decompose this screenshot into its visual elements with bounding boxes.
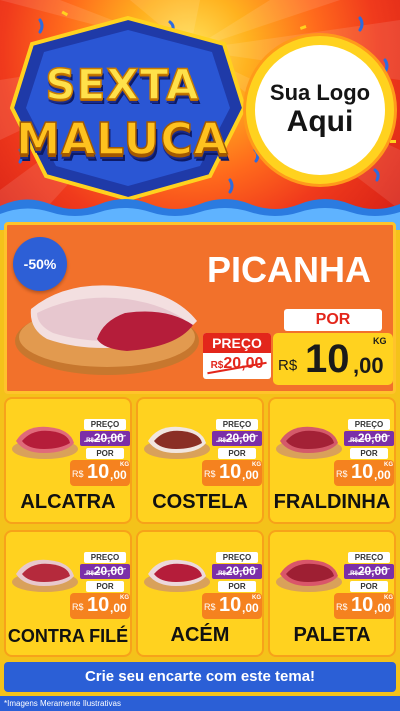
meat-image	[276, 426, 342, 459]
product-card[interactable]: PREÇOR$20,00PORR$10,00KG CONTRA FILÉ	[4, 530, 132, 657]
featured-product-name: PICANHA	[207, 249, 372, 290]
product-card[interactable]: PREÇOR$20,00PORR$10,00KG PALETA	[268, 530, 396, 657]
new-price-box: R$ 10,00 KG	[70, 460, 130, 486]
product-card[interactable]: PREÇOR$20,00PORR$10,00KG ACÉM	[136, 530, 264, 657]
product-name: FRALDINHA	[273, 491, 391, 513]
meat-image	[12, 559, 78, 592]
logo-text-line2: Aqui	[286, 104, 354, 138]
new-price-decimal: ,00	[353, 353, 384, 378]
new-price-label: POR	[218, 581, 256, 592]
price-unit: KG	[120, 595, 129, 601]
product-card[interactable]: PREÇOR$20,00PORR$10,00KG COSTELA	[136, 397, 264, 524]
new-price-box: R$ 10,00 KG	[202, 593, 262, 619]
new-price-box: R$ 10,00 KG	[334, 460, 394, 486]
sexta-maluca-badge: SEXTA MALUCA	[6, 16, 251, 201]
old-price-box: PREÇO R$20,00	[203, 333, 271, 379]
price-unit: KG	[384, 595, 393, 601]
old-price-label: PREÇO	[216, 419, 258, 430]
old-price-label: PREÇO	[84, 419, 126, 430]
disclaimer-note: *Imagens Meramente Ilustrativas	[0, 696, 400, 711]
cta-banner[interactable]: Crie seu encarte com este tema!	[4, 662, 396, 692]
new-price-integer: 10	[351, 594, 374, 616]
new-price-label: POR	[86, 581, 124, 592]
new-price-integer: 10	[219, 461, 242, 483]
title-maluca: MALUCA	[16, 113, 229, 166]
new-price-integer: 10	[87, 594, 110, 616]
old-price-box: PREÇOR$20,00	[344, 552, 394, 582]
new-price-integer: 10	[351, 461, 374, 483]
old-price-box: PREÇOR$20,00	[212, 552, 262, 582]
new-price-label: POR	[350, 581, 388, 592]
new-price-currency: R$	[72, 602, 84, 612]
new-price-currency: R$	[204, 602, 216, 612]
price-unit: KG	[252, 462, 261, 468]
new-price-box: R$ 10 ,00 KG	[273, 333, 393, 385]
product-name: PALETA	[293, 624, 371, 646]
old-price-label: PREÇO	[216, 552, 258, 563]
product-card[interactable]: PREÇOR$20,00PORR$10,00KG FRALDINHA	[268, 397, 396, 524]
new-price-currency: R$	[72, 469, 84, 479]
price-unit: KG	[120, 462, 129, 468]
old-price-label: PREÇO	[84, 552, 126, 563]
price-unit: KG	[373, 336, 387, 346]
new-price-label: POR	[284, 309, 382, 331]
new-price-integer: 10	[87, 461, 110, 483]
old-price-box: PREÇOR$20,00	[344, 419, 394, 449]
new-price-decimal: ,00	[374, 601, 391, 615]
old-price-label: PREÇO	[203, 333, 271, 353]
new-price-box: R$ 10,00 KG	[70, 593, 130, 619]
old-price-label: PREÇO	[348, 419, 390, 430]
new-price-currency: R$	[336, 602, 348, 612]
title-sexta: SEXTA	[45, 59, 200, 110]
new-price-integer: 10	[219, 594, 242, 616]
discount-badge: -50%	[13, 237, 67, 291]
header-banner: SEXTA MALUCA Sua Logo Aqui	[0, 0, 400, 215]
meat-image	[12, 426, 78, 459]
old-price-box: PREÇOR$20,00	[212, 419, 262, 449]
new-price-decimal: ,00	[242, 468, 259, 482]
new-price-label: POR	[350, 448, 388, 459]
price-unit: KG	[252, 595, 261, 601]
product-name: ACÉM	[170, 624, 230, 646]
old-price-box: PREÇOR$20,00	[80, 419, 130, 449]
new-price-decimal: ,00	[110, 468, 127, 482]
product-name: COSTELA	[152, 491, 248, 513]
old-price-label: PREÇO	[348, 552, 390, 563]
new-price-box: R$ 10,00 KG	[334, 593, 394, 619]
new-price-box: R$ 10,00 KG	[202, 460, 262, 486]
logo-placeholder[interactable]: Sua Logo Aqui	[246, 36, 394, 184]
logo-text-line1: Sua Logo	[269, 79, 371, 105]
new-price-currency: R$	[278, 357, 298, 374]
product-card[interactable]: PREÇOR$20,00PORR$10,00KG ALCATRA	[4, 397, 132, 524]
new-price-label: POR	[86, 448, 124, 459]
featured-product-card[interactable]: -50% PICANHA PREÇO R$20,00 POR R$ 10 ,00…	[4, 222, 396, 394]
new-price-currency: R$	[336, 469, 348, 479]
product-name: CONTRA FILÉ	[7, 626, 129, 646]
new-price-decimal: ,00	[110, 601, 127, 615]
meat-image	[144, 559, 210, 592]
new-price-decimal: ,00	[242, 601, 259, 615]
old-price-box: PREÇOR$20,00	[80, 552, 130, 582]
meat-image	[144, 426, 210, 459]
meat-image	[276, 559, 342, 592]
new-price-decimal: ,00	[374, 468, 391, 482]
product-name: ALCATRA	[20, 491, 116, 513]
new-price-integer: 10	[305, 337, 350, 381]
new-price-label: POR	[218, 448, 256, 459]
new-price-currency: R$	[204, 469, 216, 479]
price-unit: KG	[384, 462, 393, 468]
